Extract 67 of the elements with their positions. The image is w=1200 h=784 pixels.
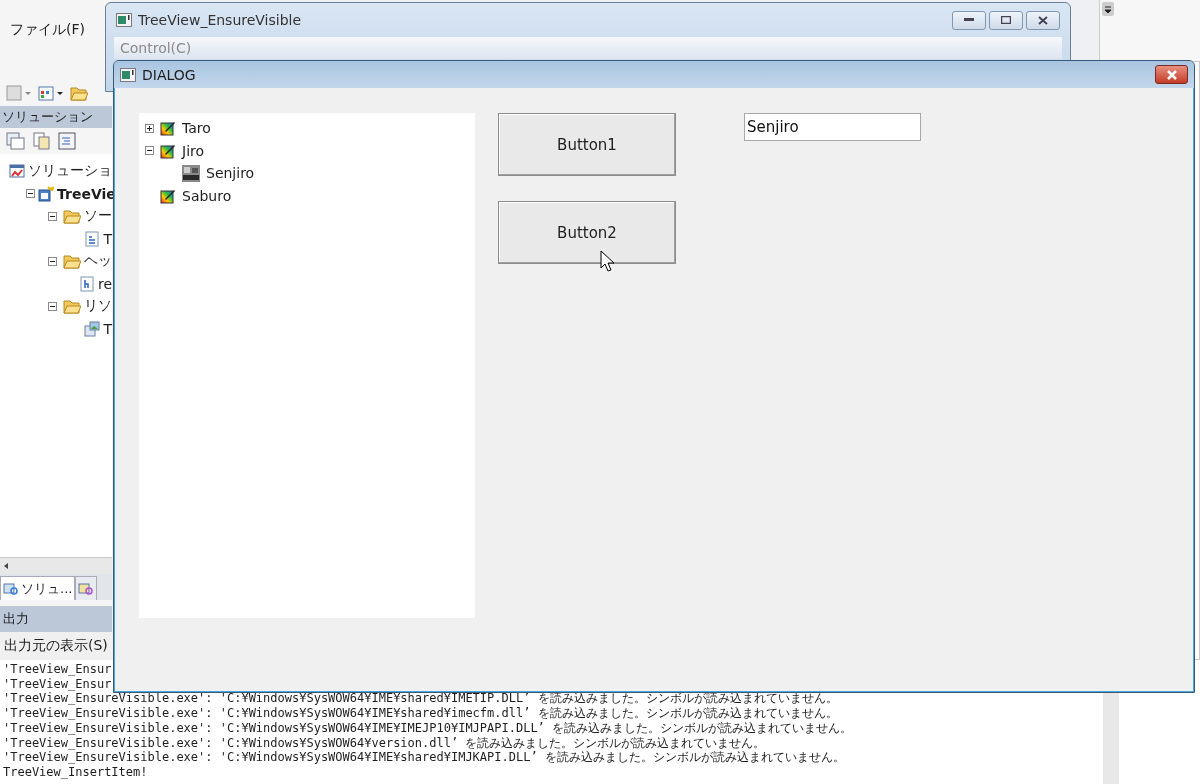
maximize-button[interactable] (989, 10, 1023, 30)
output-line: 'TreeView_Ensur (3, 662, 112, 677)
close-button[interactable] (1155, 65, 1188, 84)
tree-item[interactable]: TreeVie (57, 185, 116, 202)
output-line: TreeView_InsertItem! (3, 764, 148, 780)
header-file-icon (78, 275, 95, 292)
push-button[interactable]: Button2 (498, 201, 676, 264)
text-field[interactable]: Senjiro (744, 113, 921, 141)
folder-icon (63, 253, 81, 269)
output-line: 'TreeView_Ensur (3, 676, 112, 692)
tree-item[interactable]: Taro (179, 120, 211, 137)
tree-item[interactable]: Jiro (179, 142, 205, 159)
tree-item[interactable]: ソリューショ (28, 162, 112, 181)
minimize-icon (964, 18, 974, 22)
photo-icon (182, 164, 200, 182)
app-icon (116, 13, 132, 27)
pane-title: ソリューション (2, 108, 93, 126)
tree-item[interactable]: ソー (84, 207, 112, 226)
dropdown-icon[interactable] (1102, 2, 1114, 16)
paint-brush-icon (160, 187, 176, 204)
minimize-button[interactable] (952, 10, 986, 30)
solution-explorer-icon (3, 581, 19, 596)
output-line: 'TreeView_EnsureVisible.exe': 'C:¥Windows¥SysWOW64¥IME¥shared¥IMJKAPI.DLL’ を読み込みました。シンボルが読み込まれていません。 (3, 750, 845, 765)
collapse-icon[interactable] (48, 256, 57, 266)
tree-item[interactable]: re (97, 275, 112, 292)
show-files-icon[interactable] (32, 132, 52, 150)
properties-icon[interactable] (6, 132, 26, 150)
open-folder-icon[interactable] (70, 85, 88, 101)
tree-item[interactable]: Saburo (179, 187, 232, 204)
close-icon (1038, 15, 1048, 25)
close-button[interactable] (1026, 10, 1060, 30)
solution-icon (9, 163, 25, 180)
tree-item[interactable]: Senjiro (203, 165, 255, 182)
close-icon (1165, 69, 1178, 80)
mouse-cursor-icon (600, 250, 615, 272)
folder-icon (63, 298, 81, 314)
pane-title: 出力 (3, 610, 29, 628)
maximize-icon (1001, 16, 1011, 24)
source-label: 出力元の表示(S) (4, 637, 108, 655)
collapse-icon[interactable] (48, 301, 57, 311)
paint-brush-icon (160, 120, 176, 137)
resource-file-icon (84, 320, 101, 337)
window-title: DIALOG (142, 66, 196, 83)
project-icon (38, 185, 54, 202)
push-button[interactable]: Button1 (498, 113, 676, 176)
panel-tab[interactable] (75, 576, 98, 600)
folder-icon (63, 208, 81, 224)
expand-icon[interactable] (145, 123, 154, 133)
paint-brush-icon (160, 142, 176, 159)
collapse-icon[interactable] (145, 146, 154, 156)
tree-item[interactable]: リソ (84, 297, 112, 316)
output-line: 'TreeView_EnsureVisible.exe': 'C:¥Windows¥SysWOW64¥IME¥IMEJP10¥IMJPAPI.DLL’ を読み込みました。シンボルが読み込まれていません。 (3, 720, 853, 736)
cpp-file-icon (84, 230, 101, 247)
collapse-icon[interactable] (26, 189, 35, 199)
class-view-icon (78, 581, 95, 596)
panel-tab[interactable]: ソリュ... (0, 576, 76, 600)
menu-item[interactable]: ファイル(F) (10, 21, 85, 39)
tree-item[interactable]: T (103, 230, 112, 247)
tree-item[interactable]: ヘッ (84, 252, 112, 271)
app-icon (120, 67, 136, 82)
window-title: TreeView_EnsureVisible (138, 12, 302, 28)
scroll-left-icon[interactable] (2, 562, 10, 570)
add-item-icon[interactable] (38, 84, 64, 102)
collapse-icon[interactable] (48, 211, 57, 221)
output-line: 'TreeView_EnsureVisible.exe': 'C:¥Windows¥SysWOW64¥version.dll’ を読み込みました。シンボルが読み込まれていません。 (3, 735, 766, 751)
output-line: 'TreeView_EnsureVisible.exe': 'C:¥Windows¥SysWOW64¥IME¥shared¥imecfm.dll’ を読み込みました。シンボルが読み込まれていません。 (3, 706, 838, 721)
tree-item[interactable]: T (103, 320, 112, 337)
